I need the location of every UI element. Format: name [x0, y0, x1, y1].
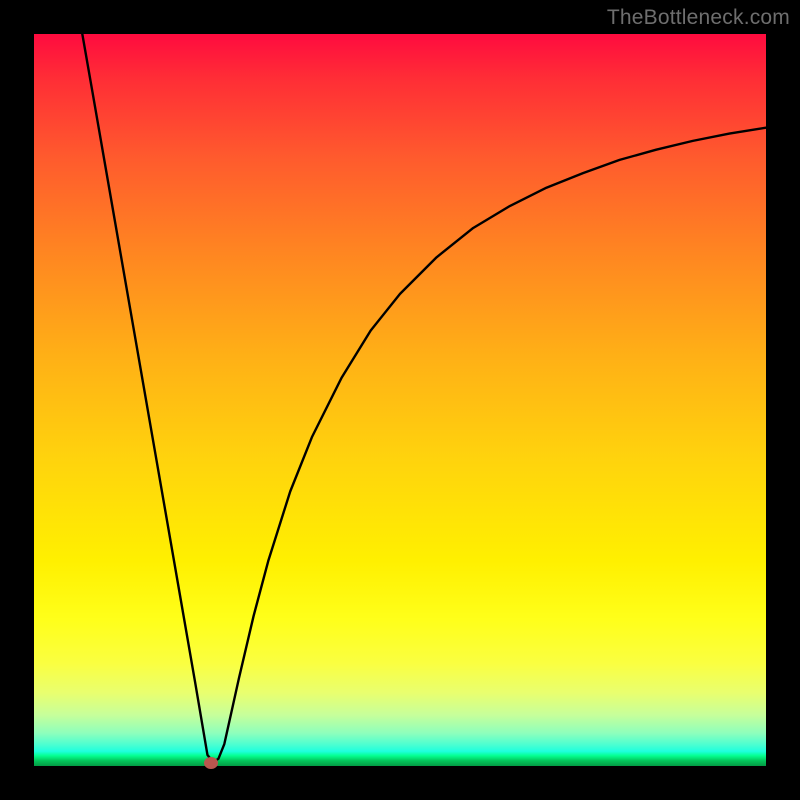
chart-container: TheBottleneck.com — [0, 0, 800, 800]
plot-area — [34, 34, 766, 766]
optimal-point-marker — [204, 757, 218, 769]
watermark-text: TheBottleneck.com — [607, 6, 790, 30]
bottleneck-curve — [34, 34, 766, 766]
